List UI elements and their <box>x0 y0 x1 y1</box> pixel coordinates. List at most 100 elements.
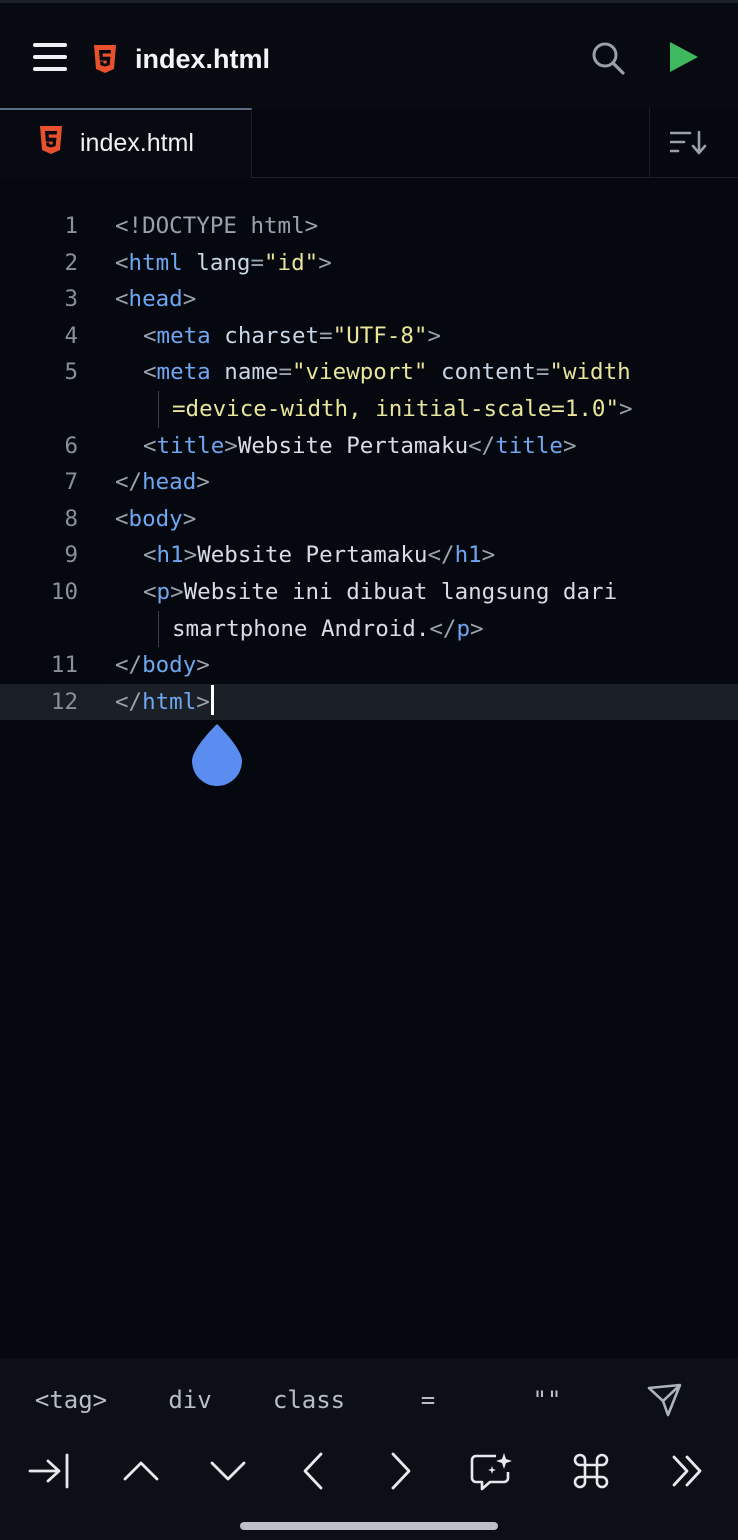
caret-handle-icon[interactable] <box>190 722 244 788</box>
command-icon[interactable] <box>561 1450 621 1492</box>
code-token: > <box>562 432 577 459</box>
insert-equals-key[interactable]: = <box>408 1380 448 1420</box>
arrow-right-icon[interactable] <box>371 1450 431 1492</box>
code-token: > <box>196 688 210 715</box>
keyboard-accessory-bar: <tag> div class = "" <box>0 1358 738 1540</box>
code-token: > <box>182 286 197 313</box>
code-text: </head> <box>115 464 210 501</box>
code-line[interactable]: 9 <h1>Website Pertamaku</h1> <box>0 537 738 574</box>
code-text: </html> <box>115 684 214 721</box>
code-token: = <box>278 359 293 386</box>
code-token: > <box>427 322 442 349</box>
send-icon[interactable] <box>646 1382 684 1418</box>
code-token: "id" <box>264 249 319 276</box>
indent-guide <box>158 390 159 428</box>
line-number: 2 <box>64 249 78 276</box>
code-token: > <box>481 542 496 569</box>
arrow-down-icon[interactable] <box>198 1450 258 1492</box>
code-token: > <box>318 249 332 276</box>
code-line[interactable]: =device-width, initial-scale=1.0"> <box>0 390 738 428</box>
code-token: > <box>170 578 184 605</box>
tab-index-html[interactable]: index.html <box>0 108 252 178</box>
line-number: 8 <box>64 505 78 532</box>
code-text: smartphone Android.</p> <box>172 611 484 648</box>
code-token: =device-width, initial-scale=1.0" <box>172 395 620 422</box>
code-token: <!DOCTYPE html> <box>115 213 319 239</box>
line-number: 11 <box>50 652 78 679</box>
line-number: 3 <box>64 286 78 313</box>
arrow-left-icon[interactable] <box>283 1450 343 1492</box>
code-token: charset <box>224 322 320 349</box>
code-token: </ <box>115 469 143 496</box>
insert-tag-key[interactable]: <tag> <box>26 1380 116 1420</box>
code-token: content <box>441 359 536 386</box>
line-number: 5 <box>64 359 78 386</box>
code-line[interactable]: 10 <p>Website ini dibuat langsung dari <box>0 574 738 611</box>
code-token: body <box>128 505 183 532</box>
code-line[interactable]: smartphone Android.</p> <box>0 610 738 648</box>
sort-button[interactable] <box>649 108 738 178</box>
code-token: </ <box>468 432 496 459</box>
code-token: html <box>128 249 183 276</box>
code-line[interactable]: 5 <meta name="viewport" content="width <box>0 354 738 391</box>
code-line[interactable]: 3 <head> <box>0 281 738 318</box>
run-icon[interactable] <box>668 40 700 74</box>
code-line[interactable]: 1 <!DOCTYPE html> <box>0 208 738 245</box>
code-token: > <box>183 542 198 569</box>
line-number: 10 <box>50 578 78 605</box>
code-line[interactable]: 4 <meta charset="UTF-8"> <box>0 318 738 355</box>
code-line[interactable]: 6 <title>Website Pertamaku</title> <box>0 428 738 465</box>
code-text: =device-width, initial-scale=1.0"> <box>172 391 633 428</box>
code-token: Website Pertamaku <box>197 542 428 569</box>
code-line[interactable]: 8 <body> <box>0 501 738 538</box>
code-text: <meta name="viewport" content="width <box>143 354 631 391</box>
insert-quotes-key[interactable]: "" <box>525 1380 569 1420</box>
code-area[interactable]: 1 <!DOCTYPE html> 2 <html lang="id"> 3 <head>… <box>0 208 738 721</box>
code-line[interactable]: 12 </html> <box>0 683 738 721</box>
search-icon[interactable] <box>590 40 626 76</box>
sort-icon <box>670 130 707 155</box>
html5-icon <box>94 45 116 73</box>
double-chevron-right-icon[interactable] <box>658 1450 718 1492</box>
home-indicator[interactable] <box>240 1522 498 1530</box>
code-token: = <box>319 322 333 349</box>
code-token: lang <box>196 249 251 276</box>
code-token: html <box>142 688 197 715</box>
code-token: head <box>128 286 183 313</box>
code-token: body <box>142 652 197 679</box>
code-token: "viewport" <box>292 359 428 386</box>
tab-icon[interactable] <box>22 1450 82 1492</box>
code-token: < <box>115 249 129 276</box>
code-token: smartphone Android. <box>172 615 430 642</box>
code-line[interactable]: 11 </body> <box>0 647 738 684</box>
code-token: name <box>224 359 279 386</box>
arrow-up-icon[interactable] <box>111 1450 171 1492</box>
code-line[interactable]: 7 </head> <box>0 464 738 501</box>
line-number: 7 <box>64 469 78 496</box>
code-token: </ <box>429 615 457 642</box>
code-text: <meta charset="UTF-8"> <box>143 318 441 355</box>
code-line[interactable]: 2 <html lang="id"> <box>0 245 738 282</box>
code-token: = <box>250 249 265 276</box>
code-token: head <box>142 469 197 496</box>
code-text: <!DOCTYPE html> <box>115 208 318 245</box>
code-token: > <box>196 469 210 496</box>
tab-bar: index.html <box>0 108 738 178</box>
code-token: > <box>224 432 238 459</box>
insert-div-key[interactable]: div <box>155 1380 225 1420</box>
menu-icon[interactable] <box>33 43 67 71</box>
code-token: < <box>143 432 157 459</box>
code-token: Website Pertamaku <box>237 432 469 459</box>
insert-class-key[interactable]: class <box>264 1380 354 1420</box>
code-token: p <box>456 615 471 642</box>
code-token: < <box>143 542 157 569</box>
code-token: p <box>156 578 171 605</box>
ai-chat-icon[interactable] <box>462 1450 522 1492</box>
code-editor[interactable]: 1 <!DOCTYPE html> 2 <html lang="id"> 3 <head>… <box>0 178 738 1358</box>
html5-icon <box>40 126 62 154</box>
code-token: "UTF-8" <box>332 322 428 349</box>
code-token: > <box>182 505 197 532</box>
